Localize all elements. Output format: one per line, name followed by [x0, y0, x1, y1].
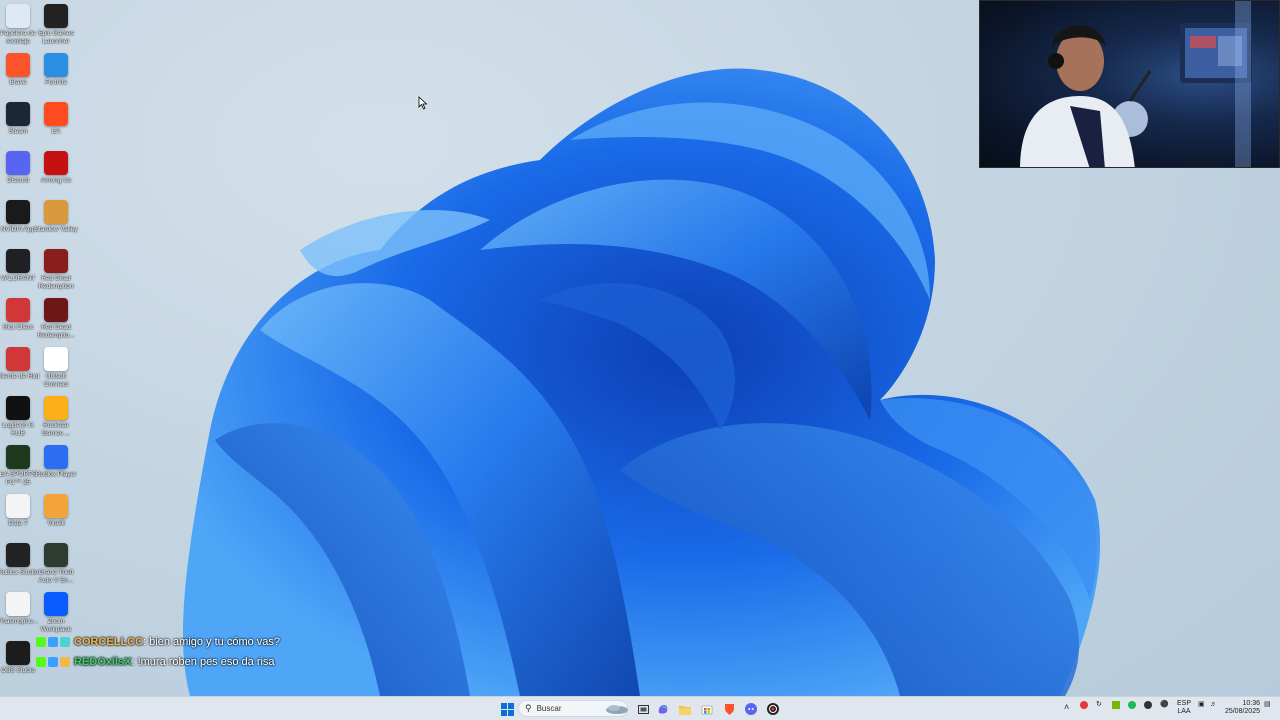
- discord-icon: [6, 151, 30, 175]
- roblox-icon: [44, 445, 68, 469]
- red-dead-icon: [44, 249, 68, 273]
- webcam-person-image: [1020, 1, 1252, 167]
- volume-icon[interactable]: ♬: [1210, 701, 1217, 709]
- search-placeholder: Buscar: [536, 704, 562, 713]
- chat-text: : !mura roben pes eso da risa: [131, 656, 275, 668]
- taskbar: ⚲ Buscar ˄ ↻ ⚫ ESP LAA ▣ ♬ 10:36 25/08/2: [0, 696, 1280, 720]
- document-icon: [6, 592, 30, 616]
- chat-badge-icon: [60, 637, 70, 647]
- search-icon: ⚲: [525, 703, 532, 713]
- desktop-shortcut-label: Grand Theft Auto V En...: [38, 569, 74, 584]
- desktop-shortcut[interactable]: EA: [33, 102, 79, 136]
- notifications-icon[interactable]: ▤: [1264, 701, 1271, 709]
- desktop-shortcut-label: Rockstar Games ...: [41, 422, 71, 437]
- discord-icon[interactable]: [744, 700, 758, 718]
- webcam-overlay: [979, 0, 1280, 168]
- chat-username: CORCELLCC: [74, 636, 144, 648]
- clock-time: 10:36: [1242, 700, 1260, 707]
- rockstar-icon: [44, 396, 68, 420]
- vinelli-icon: [44, 494, 68, 518]
- clock[interactable]: 10:36 25/08/2025: [1224, 700, 1260, 716]
- desktop-shortcut[interactable]: Red Dead Redemption: [33, 249, 79, 290]
- ubisoft-icon: [44, 347, 68, 371]
- obs-icon[interactable]: [766, 700, 780, 718]
- subscriber-badge-icon: [48, 657, 58, 667]
- chat-message: REDOxilsX: !mura roben pes eso da risa: [36, 652, 280, 672]
- desktop-shortcut-label: Among Us: [40, 177, 72, 184]
- desktop-shortcut-label: Red Dead Redemption: [38, 275, 74, 290]
- desktop-shortcut-label: Ubisoft Connect: [43, 373, 69, 388]
- desktop-shortcut[interactable]: Red Dead Redemptio...: [33, 298, 79, 339]
- valorant-icon: [6, 249, 30, 273]
- task-view-icon[interactable]: [636, 700, 650, 718]
- subscriber-badge-icon: [48, 637, 58, 647]
- desktop-shortcut[interactable]: Roblox Player: [33, 445, 79, 479]
- riot-client-icon: [6, 347, 30, 371]
- roblox-studio-icon: [6, 543, 30, 567]
- desktop-shortcut-label: Vinelli: [47, 520, 65, 527]
- store-icon[interactable]: [700, 700, 714, 718]
- file-explorer-icon[interactable]: [678, 700, 692, 718]
- desktop-shortcut-label: EA: [51, 128, 61, 135]
- desktop-shortcut-label: Stardew Valley: [34, 226, 78, 233]
- stardew-valley-icon: [44, 200, 68, 224]
- weather-widget-icon[interactable]: [604, 700, 630, 718]
- ea-fc-icon: [6, 445, 30, 469]
- desktop-shortcut[interactable]: Fortnite: [33, 53, 79, 87]
- tray-steam-icon[interactable]: [1144, 701, 1152, 712]
- red-dead-icon: [44, 298, 68, 322]
- desktop-shortcut-label: Roblox Player: [35, 471, 77, 478]
- zoom-icon: [44, 592, 68, 616]
- kick-badge-icon: [36, 657, 46, 667]
- stream-chat-overlay: CORCELLCC: bien amigo y tu cómo vas? REDO…: [36, 632, 280, 672]
- obs-icon: [6, 641, 30, 665]
- tray-app-icon[interactable]: [1080, 701, 1088, 712]
- desktop-shortcut[interactable]: Vinelli: [33, 494, 79, 528]
- desktop-shortcut-label: OBS Studio: [1, 667, 35, 674]
- logitech-icon: [6, 396, 30, 420]
- copilot-icon[interactable]: [656, 700, 670, 718]
- brave-icon[interactable]: [722, 700, 736, 718]
- desktop-shortcut[interactable]: Grand Theft Auto V En...: [33, 543, 79, 584]
- desktop-shortcut[interactable]: Ubisoft Connect: [33, 347, 79, 388]
- mouse-cursor-icon: [418, 96, 428, 110]
- chat-text: : bien amigo y tu cómo vas?: [143, 636, 281, 648]
- clock-date: 25/08/2025: [1224, 708, 1260, 715]
- tray-nvidia-icon[interactable]: [1112, 701, 1120, 712]
- nvidia-icon: [6, 200, 30, 224]
- recycle-bin-icon: [6, 4, 30, 28]
- language-layout: LAA: [1177, 708, 1191, 715]
- tray-refresh-icon[interactable]: ↻: [1096, 701, 1102, 709]
- language-indicator[interactable]: ESP LAA: [1176, 700, 1192, 716]
- desktop-shortcut[interactable]: Rockstar Games ...: [33, 396, 79, 437]
- desktop-shortcut-label: Epic Games Launcher: [38, 30, 74, 45]
- among-us-icon: [44, 151, 68, 175]
- desktop-shortcut[interactable]: Among Us: [33, 151, 79, 185]
- desktop-shortcut[interactable]: Stardew Valley: [33, 200, 79, 234]
- language-code: ESP: [1176, 700, 1191, 707]
- desktop-shortcut[interactable]: Epic Games Launcher: [33, 4, 79, 45]
- chat-username: REDOxilsX: [74, 656, 132, 668]
- desktop-shortcut[interactable]: OBS Studio: [0, 641, 41, 675]
- desktop-shortcut[interactable]: Zoom Workplace: [33, 592, 79, 633]
- steam-icon: [6, 102, 30, 126]
- ea-icon: [44, 102, 68, 126]
- desktop-shortcut-label: Red Dead Redemptio...: [37, 324, 75, 339]
- tray-spotify-icon[interactable]: [1128, 701, 1136, 712]
- document-icon: [6, 494, 30, 518]
- epic-games-icon: [44, 4, 68, 28]
- chat-badge-icon: [60, 657, 70, 667]
- desktop-shortcut-label: Zoom Workplace: [40, 618, 72, 633]
- gta-icon: [44, 543, 68, 567]
- fortnite-icon: [44, 53, 68, 77]
- microphone-icon[interactable]: ⚫: [1160, 701, 1169, 709]
- riot-client-icon: [6, 298, 30, 322]
- network-icon[interactable]: ▣: [1198, 701, 1205, 709]
- brave-icon: [6, 53, 30, 77]
- chevron-up-icon[interactable]: ˄: [1064, 703, 1069, 712]
- windows-start-icon[interactable]: [498, 700, 516, 718]
- desktop-shortcut-label: Fortnite: [44, 79, 68, 86]
- kick-badge-icon: [36, 637, 46, 647]
- chat-message: CORCELLCC: bien amigo y tu cómo vas?: [36, 632, 280, 652]
